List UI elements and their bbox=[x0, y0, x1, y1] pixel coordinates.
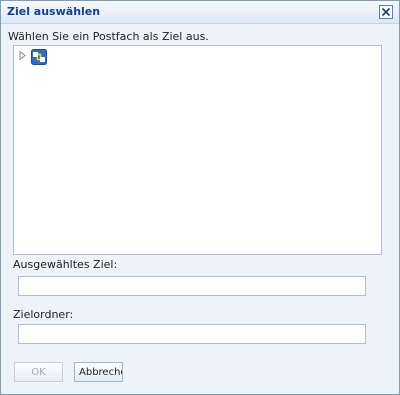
selected-target-field[interactable] bbox=[18, 276, 366, 296]
dialog-title: Ziel auswählen bbox=[7, 5, 101, 18]
ok-button[interactable]: OK bbox=[14, 362, 63, 382]
selected-target-label: Ausgewähltes Ziel: bbox=[13, 258, 118, 271]
close-icon bbox=[381, 7, 391, 17]
dialog-titlebar: Ziel auswählen bbox=[1, 1, 399, 24]
expand-arrow-icon[interactable] bbox=[19, 51, 26, 60]
instruction-text: Wählen Sie ein Postfach als Ziel aus. bbox=[8, 30, 209, 43]
mailbox-tree-icon[interactable] bbox=[31, 49, 47, 65]
mailbox-tree[interactable] bbox=[13, 45, 382, 255]
cancel-button[interactable]: Abbrechen bbox=[74, 362, 123, 382]
target-folder-label: Zielordner: bbox=[13, 308, 74, 321]
select-target-dialog: Ziel auswählen Wählen Sie ein Postfach a… bbox=[0, 0, 400, 395]
close-button[interactable] bbox=[379, 5, 393, 19]
target-folder-field[interactable] bbox=[18, 324, 366, 344]
